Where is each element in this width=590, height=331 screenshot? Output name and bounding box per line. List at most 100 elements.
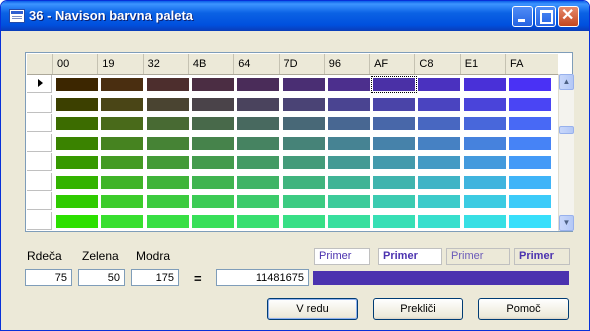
color-cell[interactable]	[237, 175, 280, 189]
color-cell[interactable]	[191, 214, 234, 228]
color-cell[interactable]	[327, 156, 370, 169]
color-cell[interactable]	[509, 156, 551, 169]
color-cell[interactable]	[373, 195, 416, 208]
scroll-thumb[interactable]	[559, 126, 574, 134]
color-cell[interactable]	[373, 214, 416, 228]
color-cell[interactable]	[463, 214, 506, 228]
color-cell[interactable]	[282, 156, 325, 169]
maximize-button[interactable]	[535, 6, 556, 27]
color-cell[interactable]	[101, 78, 144, 91]
color-cell[interactable]	[509, 78, 551, 91]
color-cell[interactable]	[101, 136, 144, 150]
color-cell[interactable]	[327, 117, 370, 130]
color-cell[interactable]	[418, 156, 461, 169]
color-cell[interactable]	[373, 117, 416, 130]
scroll-down-icon[interactable]: ▼	[559, 215, 574, 231]
minimize-button[interactable]	[512, 6, 533, 27]
color-cell[interactable]	[282, 97, 325, 111]
color-cell[interactable]	[146, 175, 189, 189]
color-cell[interactable]	[463, 175, 506, 189]
cancel-button[interactable]: Prekliči	[373, 298, 463, 320]
color-cell[interactable]	[463, 156, 506, 169]
color-cell[interactable]	[327, 214, 370, 228]
column-header[interactable]: 96	[323, 54, 369, 74]
color-cell[interactable]	[237, 78, 280, 91]
color-cell[interactable]	[463, 136, 506, 150]
color-cell[interactable]	[373, 175, 416, 189]
green-field[interactable]: 50	[78, 269, 125, 286]
color-cell[interactable]	[282, 117, 325, 130]
color-cell[interactable]	[237, 156, 280, 169]
color-cell[interactable]	[282, 214, 325, 228]
color-cell[interactable]	[327, 195, 370, 208]
color-cell[interactable]	[191, 195, 234, 208]
help-button[interactable]: Pomoč	[478, 298, 569, 320]
column-header[interactable]: 19	[97, 54, 142, 74]
color-cell[interactable]	[146, 195, 189, 208]
row-header[interactable]	[27, 153, 52, 171]
color-cell[interactable]	[509, 175, 551, 189]
color-cell[interactable]	[191, 117, 234, 130]
row-header[interactable]	[27, 75, 52, 93]
column-header[interactable]: E1	[459, 54, 505, 74]
color-cell[interactable]	[237, 97, 280, 111]
color-cell[interactable]	[418, 97, 461, 111]
color-cell[interactable]	[191, 175, 234, 189]
color-cell[interactable]	[191, 97, 234, 111]
color-cell[interactable]	[282, 195, 325, 208]
color-cell[interactable]	[237, 214, 280, 228]
color-cell[interactable]	[371, 76, 418, 93]
color-cell[interactable]	[56, 136, 98, 150]
color-cell[interactable]	[101, 97, 144, 111]
color-cell[interactable]	[373, 136, 416, 150]
row-header[interactable]	[27, 192, 52, 210]
color-cell[interactable]	[101, 195, 144, 208]
color-cell[interactable]	[327, 78, 370, 91]
color-cell[interactable]	[191, 78, 234, 91]
color-cell[interactable]	[56, 175, 98, 189]
combined-color-field[interactable]: 11481675	[216, 269, 309, 286]
color-cell[interactable]	[101, 156, 144, 169]
color-cell[interactable]	[327, 136, 370, 150]
column-header[interactable]: FA	[505, 54, 550, 74]
color-cell[interactable]	[282, 136, 325, 150]
ok-button[interactable]: V redu	[267, 298, 358, 320]
color-cell[interactable]	[509, 136, 551, 150]
color-cell[interactable]	[509, 117, 551, 130]
color-cell[interactable]	[146, 214, 189, 228]
color-cell[interactable]	[237, 136, 280, 150]
red-field[interactable]: 75	[25, 269, 72, 286]
color-cell[interactable]	[418, 195, 461, 208]
column-header[interactable]: 7D	[278, 54, 324, 74]
color-cell[interactable]	[146, 156, 189, 169]
color-cell[interactable]	[56, 195, 98, 208]
column-header[interactable]: C8	[414, 54, 459, 74]
color-cell[interactable]	[418, 117, 461, 130]
column-header[interactable]: 64	[233, 54, 278, 74]
color-cell[interactable]	[463, 195, 506, 208]
color-cell[interactable]	[418, 136, 461, 150]
color-cell[interactable]	[101, 175, 144, 189]
color-cell[interactable]	[101, 117, 144, 130]
color-cell[interactable]	[146, 97, 189, 111]
title-bar[interactable]: 36 - Navison barvna paleta ✕	[1, 1, 589, 31]
color-cell[interactable]	[56, 117, 98, 130]
column-header[interactable]: 4B	[187, 54, 233, 74]
color-cell[interactable]	[101, 214, 144, 228]
color-cell[interactable]	[418, 175, 461, 189]
vertical-scrollbar[interactable]: ▲ ▼	[558, 74, 574, 231]
blue-field[interactable]: 175	[131, 269, 179, 286]
color-cell[interactable]	[146, 136, 189, 150]
color-cell[interactable]	[56, 78, 98, 91]
color-cell[interactable]	[237, 117, 280, 130]
color-cell[interactable]	[327, 97, 370, 111]
color-cell[interactable]	[237, 195, 280, 208]
column-header[interactable]: AF	[369, 54, 414, 74]
color-cell[interactable]	[146, 78, 189, 91]
color-cell[interactable]	[56, 156, 98, 169]
color-cell[interactable]	[146, 117, 189, 130]
color-cell[interactable]	[418, 78, 461, 91]
color-cell[interactable]	[56, 214, 98, 228]
color-cell[interactable]	[509, 214, 551, 228]
color-cell[interactable]	[282, 175, 325, 189]
